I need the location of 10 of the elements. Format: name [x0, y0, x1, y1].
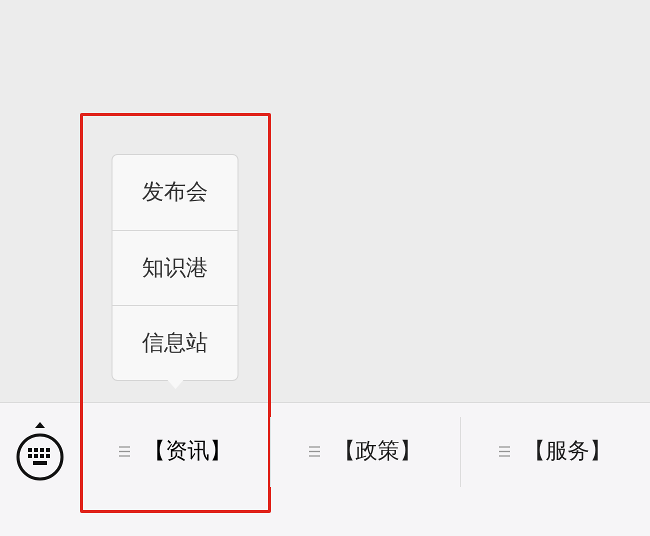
menu-icon [498, 446, 510, 456]
submenu-item[interactable]: 知识港 [112, 230, 238, 305]
menu-tab[interactable]: 【资讯】 [80, 403, 270, 499]
submenu-item[interactable]: 信息站 [112, 305, 238, 380]
submenu-item[interactable]: 发布会 [112, 155, 238, 230]
menu-icon [118, 446, 130, 456]
menu-tab[interactable]: 【服务】 [460, 403, 650, 499]
keyboard-icon[interactable] [15, 420, 65, 482]
menu-tab[interactable]: 【政策】 [270, 403, 460, 499]
menu-icon [308, 446, 320, 456]
